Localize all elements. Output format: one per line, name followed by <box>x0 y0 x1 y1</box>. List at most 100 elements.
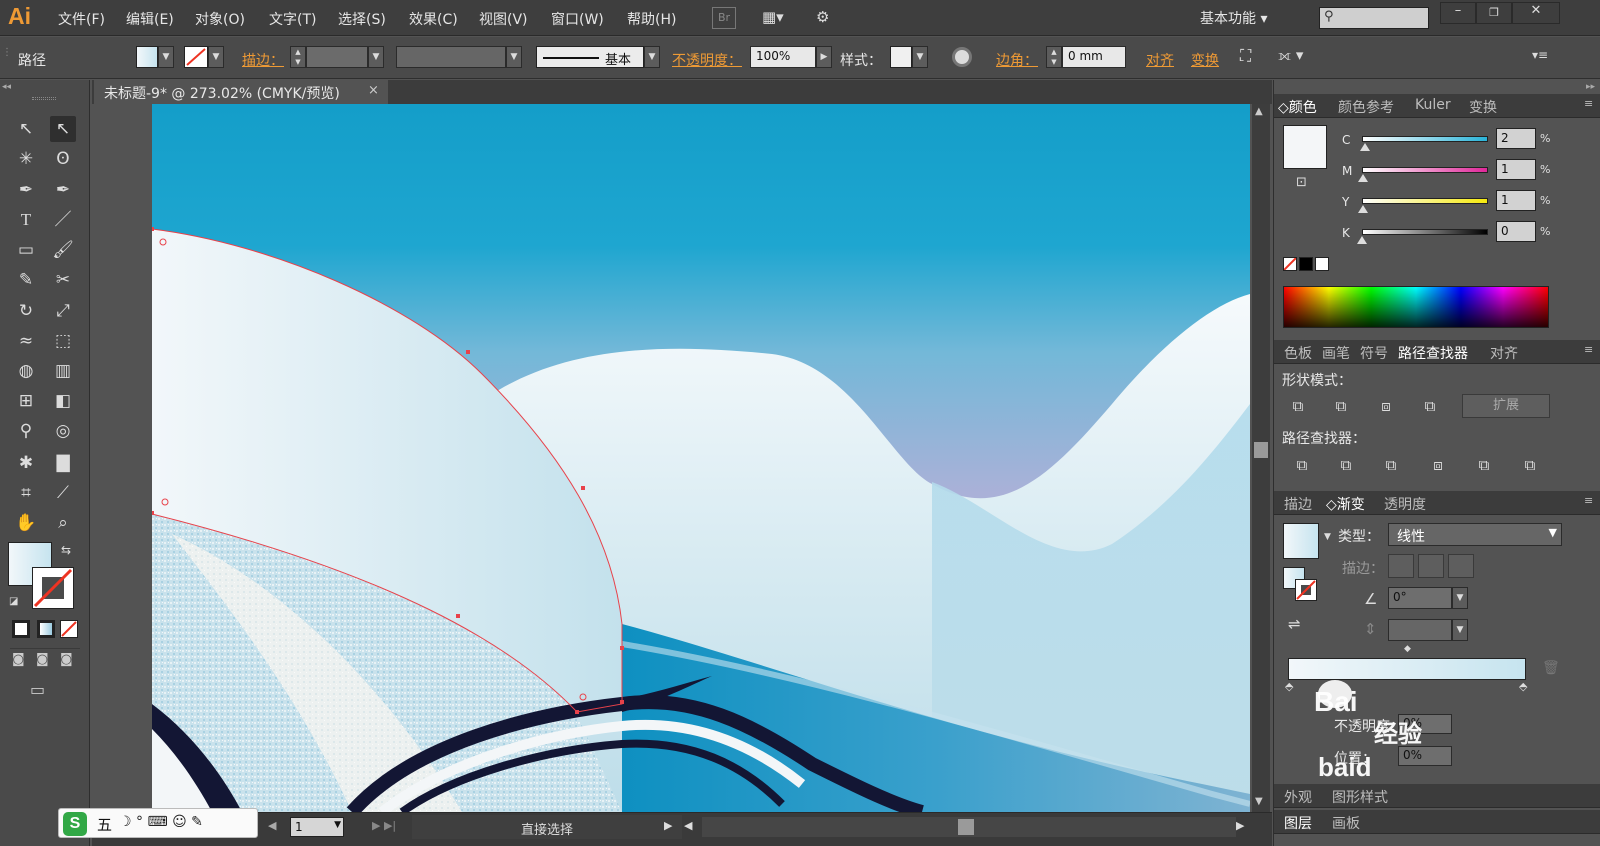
isolate-icon[interactable]: ⛶ <box>1240 46 1251 66</box>
tab-pathfinder[interactable]: 路径查找器 <box>1398 343 1468 363</box>
pencil-tool-icon[interactable]: ✎ <box>13 267 39 293</box>
color-panel-menu-icon[interactable]: ≡ <box>1584 97 1593 110</box>
tab-transparency[interactable]: 透明度 <box>1384 494 1426 514</box>
rotate-tool-icon[interactable]: ↻ <box>13 298 39 324</box>
shape-mode-icon[interactable]: ⟗ ▾ <box>1278 46 1303 64</box>
restore-button[interactable]: ❐ <box>1476 2 1512 24</box>
gradient-menu-icon[interactable]: ≡ <box>1584 494 1593 507</box>
none-swatch[interactable] <box>1283 257 1297 271</box>
type-tool-icon[interactable]: T <box>13 207 39 233</box>
arrange-documents-icon[interactable]: ▦▾ <box>762 8 784 26</box>
transform-link[interactable]: 变换 <box>1191 50 1219 70</box>
intersect-icon[interactable]: ⧈ <box>1372 394 1400 418</box>
ime-icons[interactable]: ☽ ° ⌨ ☺ ✎ <box>119 814 203 830</box>
tab-color-guide[interactable]: 颜色参考 <box>1338 97 1394 117</box>
expand-button[interactable]: 扩展 <box>1462 394 1550 418</box>
tab-layers[interactable]: 图层 <box>1284 813 1312 833</box>
dock-collapse-icon[interactable]: ▸▸ <box>1586 82 1595 92</box>
reverse-gradient-icon[interactable]: ⇌ <box>1288 615 1301 633</box>
scroll-up-icon[interactable]: ▲ <box>1255 106 1263 117</box>
default-colors-icon[interactable]: ◪ <box>9 596 18 607</box>
menu-effect[interactable]: 效果(C) <box>409 9 458 29</box>
paintbrush-tool-icon[interactable]: 🖌 <box>50 237 76 263</box>
selection-tool-icon[interactable]: ↖ <box>13 116 39 142</box>
menu-help[interactable]: 帮助(H) <box>627 9 676 29</box>
bridge-button[interactable]: Br <box>712 7 736 29</box>
corner-stepper[interactable]: ▲ ▼ <box>1046 46 1062 68</box>
gradient-type-select[interactable]: 线性 ▼ <box>1388 523 1562 546</box>
first-page-icon[interactable]: ◀ <box>268 819 276 832</box>
h-scroll-thumb[interactable] <box>958 819 974 835</box>
options-menu-icon[interactable]: ▾≡ <box>1532 48 1548 62</box>
graphic-style-swatch[interactable] <box>890 46 912 68</box>
magic-wand-tool-icon[interactable]: ✳ <box>13 146 39 172</box>
tab-gradient[interactable]: ◇渐变 <box>1326 494 1365 514</box>
y-value[interactable]: 1 <box>1496 190 1536 211</box>
gradient-slider[interactable] <box>1288 658 1526 680</box>
menu-view[interactable]: 视图(V) <box>479 9 528 29</box>
menu-file[interactable]: 文件(F) <box>58 9 105 29</box>
y-slider[interactable] <box>1362 198 1488 204</box>
gradient-stop-right[interactable]: ⬘ <box>1519 680 1527 693</box>
minus-front-icon[interactable]: ⧉ <box>1327 394 1355 418</box>
pen-tool-icon[interactable]: ✒ <box>13 177 39 203</box>
menu-object[interactable]: 对象(O) <box>195 9 245 29</box>
gradient-tool-icon[interactable]: ◧ <box>50 388 76 414</box>
stroke-along-icon[interactable] <box>1418 554 1444 578</box>
brush-definition[interactable]: 基本 <box>536 46 644 68</box>
tab-appearance[interactable]: 外观 <box>1284 787 1312 807</box>
stroke-mini-swatch[interactable] <box>1295 579 1317 601</box>
perspective-grid-tool-icon[interactable]: ▥ <box>50 358 76 384</box>
artboard-canvas[interactable] <box>152 104 1250 812</box>
menu-select[interactable]: 选择(S) <box>338 9 386 29</box>
recolor-artwork-icon[interactable] <box>952 47 972 67</box>
k-slider-thumb[interactable] <box>1357 236 1367 244</box>
tab-kuler[interactable]: Kuler <box>1415 97 1451 113</box>
pathfinder-menu-icon[interactable]: ≡ <box>1584 343 1593 356</box>
ime-toolbar[interactable]: S 五 ☽ ° ⌨ ☺ ✎ <box>58 808 258 838</box>
eyedropper-tool-icon[interactable]: ⚲ <box>13 418 39 444</box>
stroke-across-icon[interactable] <box>1448 554 1474 578</box>
m-slider[interactable] <box>1362 167 1488 173</box>
c-value[interactable]: 2 <box>1496 128 1536 149</box>
scale-tool-icon[interactable]: ⤢ <box>50 298 76 324</box>
exclude-icon[interactable]: ⧉ <box>1416 394 1444 418</box>
gradient-preview[interactable] <box>1283 523 1319 559</box>
opacity-arrow[interactable]: ▶ <box>816 46 832 68</box>
stroke-swatch[interactable] <box>184 46 208 68</box>
search-input[interactable]: ⚲ <box>1319 7 1429 29</box>
current-tool-status[interactable]: 直接选择 <box>412 815 682 839</box>
aspect-ratio-dropdown[interactable]: ▼ <box>1452 619 1468 641</box>
m-value[interactable]: 1 <box>1496 159 1536 180</box>
warp-tool-icon[interactable]: ≈ <box>13 328 39 354</box>
tab-swatches[interactable]: 色板 <box>1284 343 1312 363</box>
tab-align[interactable]: 对齐 <box>1490 343 1518 363</box>
scissors-tool-icon[interactable]: ✂ <box>50 267 76 293</box>
draw-behind-icon[interactable]: ◙ <box>36 652 49 667</box>
next-page-icon[interactable]: ▶ ▶| <box>372 819 396 832</box>
gradient-mode-icon[interactable] <box>37 620 55 638</box>
gradient-stop-left[interactable]: ⬘ <box>1285 680 1293 693</box>
ime-mode[interactable]: 五 <box>97 814 112 835</box>
column-graph-tool-icon[interactable]: ▇ <box>50 450 76 476</box>
unite-icon[interactable]: ⧉ <box>1284 394 1312 418</box>
draw-inside-icon[interactable]: ◙ <box>60 652 73 667</box>
lasso-tool-icon[interactable]: ʘ <box>50 146 76 172</box>
outline-icon[interactable]: ⧉ <box>1470 453 1498 477</box>
trim-icon[interactable]: ⧉ <box>1332 453 1360 477</box>
status-menu-icon[interactable]: ▶ <box>664 819 672 832</box>
stroke-label[interactable]: 描边： <box>242 50 284 70</box>
scroll-thumb[interactable] <box>1254 442 1268 458</box>
free-transform-tool-icon[interactable]: ⬚ <box>50 328 76 354</box>
angle-dropdown[interactable]: ▼ <box>1452 587 1468 609</box>
opacity-field[interactable]: 100% <box>750 46 816 68</box>
crop-icon[interactable]: ⧈ <box>1424 453 1452 477</box>
m-slider-thumb[interactable] <box>1358 174 1369 182</box>
angle-field[interactable]: 0° <box>1388 587 1452 609</box>
blend-tool-icon[interactable]: ◎ <box>50 418 76 444</box>
stroke-weight-stepper[interactable]: ▲ ▼ <box>290 46 306 68</box>
tab-graphic-styles[interactable]: 图形样式 <box>1332 787 1388 807</box>
delete-stop-icon[interactable]: 🗑 <box>1542 660 1560 676</box>
menu-type[interactable]: 文字(T) <box>269 9 316 29</box>
symbol-sprayer-tool-icon[interactable]: ✱ <box>13 450 39 476</box>
